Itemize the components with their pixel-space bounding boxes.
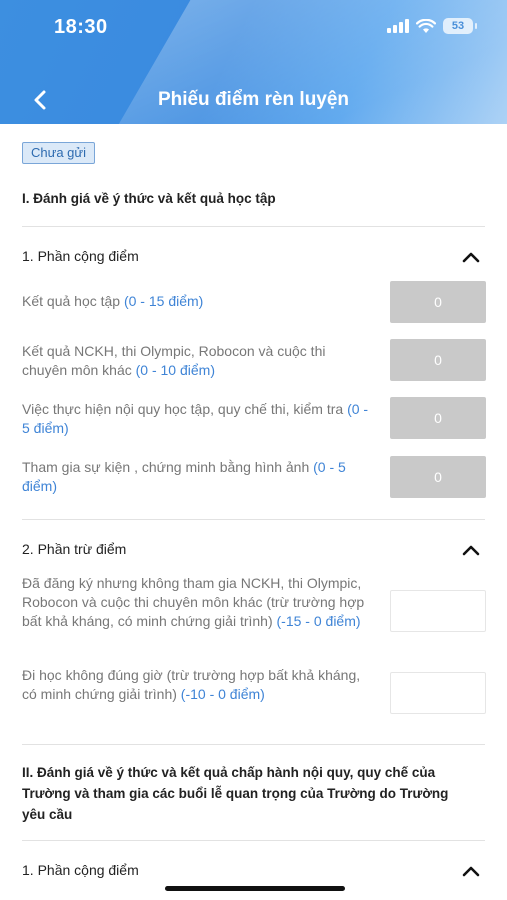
section-1-sub-title: 2. Phần trừ điểm xyxy=(22,541,127,557)
score-item-label: Đi học không đúng giờ (trừ trường hợp bấ… xyxy=(22,667,361,702)
section-2-add-title: 1. Phần cộng điểm xyxy=(22,862,139,878)
app-header: 18:30 53 Phiếu điểm rèn luyện xyxy=(0,0,507,124)
score-item-label: Đã đăng ký nhưng không tham gia NCKH, th… xyxy=(22,575,365,629)
section-2-title: II. Đánh giá về ý thức và kết quả chấp h… xyxy=(22,765,449,822)
score-input[interactable]: 0 xyxy=(390,339,486,381)
divider xyxy=(22,226,485,227)
score-input[interactable] xyxy=(390,590,486,632)
score-item-label: Tham gia sự kiện , chứng minh bằng hình … xyxy=(22,459,346,494)
score-input[interactable]: 0 xyxy=(390,397,486,439)
page-title: Phiếu điểm rèn luyện xyxy=(157,89,350,110)
chevron-up-icon[interactable] xyxy=(461,864,481,878)
chevron-up-icon[interactable] xyxy=(461,250,481,264)
score-input[interactable] xyxy=(390,672,486,714)
score-input[interactable]: 0 xyxy=(390,281,486,323)
divider xyxy=(22,840,485,841)
cellular-signal-icon xyxy=(387,19,409,33)
score-item-label: Việc thực hiện nội quy học tập, quy chế … xyxy=(22,401,369,436)
status-icons: 53 xyxy=(387,18,477,34)
divider xyxy=(22,744,485,745)
section-1-add-title: 1. Phần cộng điểm xyxy=(22,248,139,264)
divider xyxy=(22,519,485,520)
score-item-label: Kết quả NCKH, thi Olympic, Robocon và cu… xyxy=(22,343,326,378)
home-indicator xyxy=(165,886,345,891)
status-time: 18:30 xyxy=(54,16,108,38)
chevron-up-icon[interactable] xyxy=(461,543,481,557)
score-item-label: Kết quả học tập (0 - 15 điểm) xyxy=(22,293,204,309)
section-1-title: I. Đánh giá về ý thức và kết quả học tập xyxy=(22,191,276,206)
score-input[interactable]: 0 xyxy=(390,456,486,498)
status-badge: Chưa gửi xyxy=(22,142,95,164)
battery-icon: 53 xyxy=(443,18,477,34)
wifi-icon xyxy=(416,18,436,33)
